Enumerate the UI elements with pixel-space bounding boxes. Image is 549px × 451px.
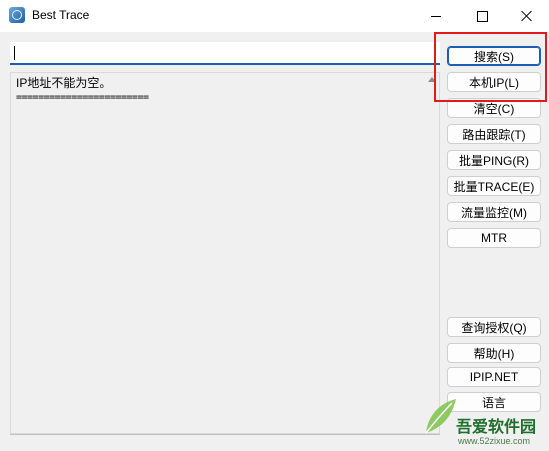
results-text: IP地址不能为空。 ========================	[16, 77, 149, 104]
minimize-icon	[431, 15, 441, 17]
batch-ping-button[interactable]: 批量PING(R)	[447, 150, 541, 170]
maximize-icon	[476, 10, 488, 22]
batch-trace-button[interactable]: 批量TRACE(E)	[447, 176, 541, 196]
query-license-button[interactable]: 查询授权(Q)	[447, 317, 541, 337]
watermark-url: www.52zixue.com	[458, 436, 531, 446]
bottom-divider	[10, 434, 440, 435]
help-button[interactable]: 帮助(H)	[447, 343, 541, 363]
watermark-site-name: 吾爱软件园	[456, 419, 537, 436]
results-separator: ========================	[16, 92, 149, 103]
close-icon	[521, 10, 533, 22]
text-caret	[14, 46, 15, 60]
route-trace-button[interactable]: 路由跟踪(T)	[447, 124, 541, 144]
leaf-logo-icon	[425, 399, 456, 434]
ip-search-input[interactable]	[10, 42, 440, 65]
watermark: 吾爱软件园 www.52zixue.com	[420, 370, 549, 451]
window-title: Best Trace	[32, 8, 90, 22]
globe-app-icon	[9, 7, 25, 23]
title-bar[interactable]: Best Trace	[0, 0, 549, 32]
mtr-button[interactable]: MTR	[447, 228, 541, 248]
minimize-button[interactable]	[413, 0, 459, 32]
results-panel[interactable]: IP地址不能为空。 ========================	[10, 72, 440, 434]
maximize-button[interactable]	[459, 0, 505, 32]
results-message: IP地址不能为空。	[16, 76, 112, 90]
app-window: Best Trace IP地址不能为空。 ===================…	[0, 0, 549, 451]
traffic-monitor-button[interactable]: 流量监控(M)	[447, 202, 541, 222]
annotation-highlight-box	[434, 32, 547, 102]
close-button[interactable]	[504, 0, 549, 32]
